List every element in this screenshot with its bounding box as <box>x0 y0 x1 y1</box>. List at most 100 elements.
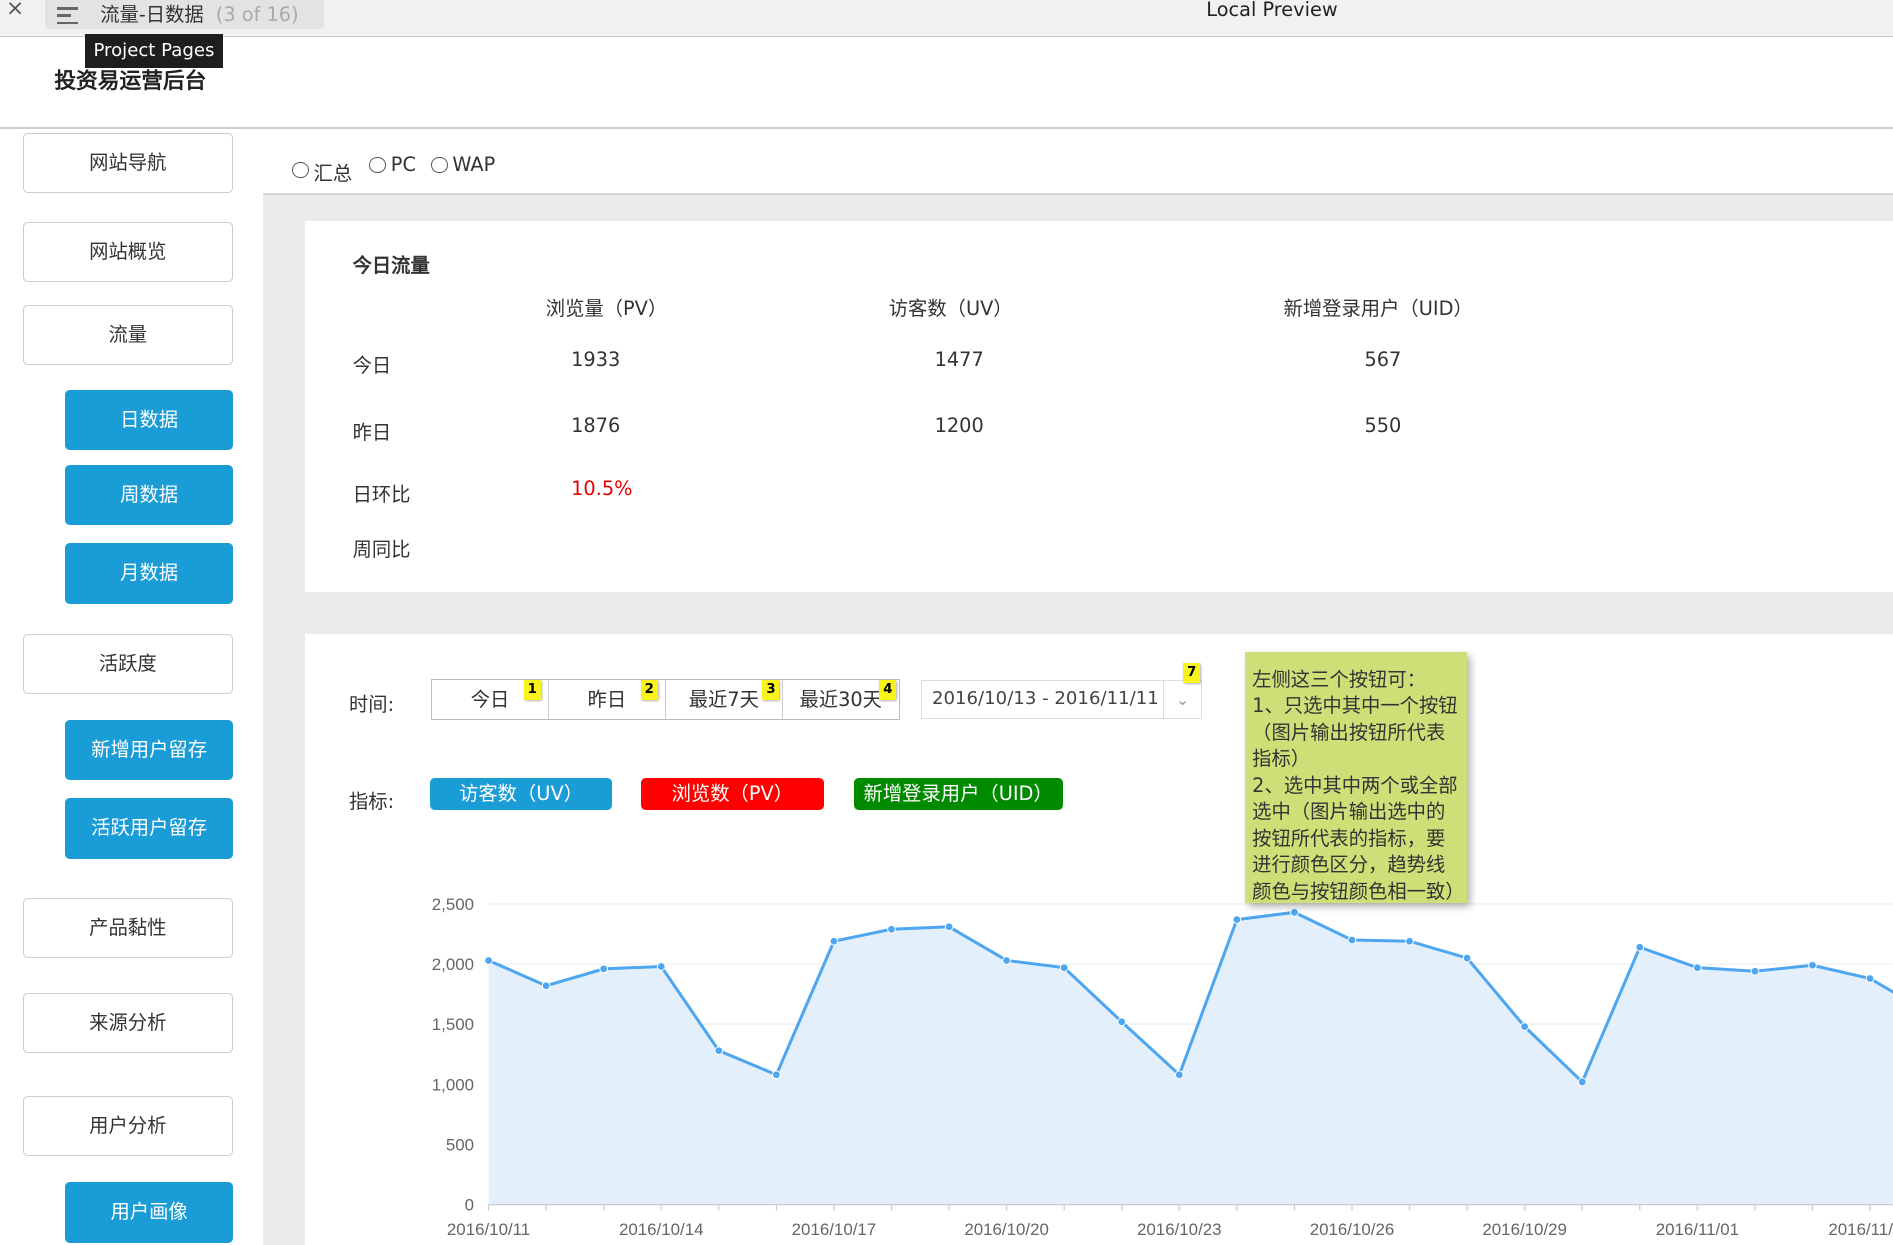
radio-circle-icon[interactable] <box>292 161 309 178</box>
data-point <box>1175 1070 1185 1080</box>
page-count: (3 of 16) <box>215 2 299 26</box>
annotation-note: 左侧这三个按钮可： 1、只选中其中一个按钮（图片输出按钮所代表指标） 2、选中其… <box>1244 652 1468 904</box>
data-point <box>1578 1078 1588 1087</box>
time-button-yesterday[interactable]: 昨日 2 <box>548 679 666 720</box>
y-tick-label: 2,000 <box>432 956 474 975</box>
x-tick-label: 2016/10/29 <box>1483 1220 1568 1239</box>
sidebar-item[interactable]: 来源分析 <box>22 992 233 1053</box>
data-point <box>1808 961 1818 971</box>
row-label: 今日 <box>352 354 392 378</box>
sidebar-item[interactable]: 网站概览 <box>22 222 233 283</box>
data-point <box>1866 974 1875 984</box>
annotation-badge: 3 <box>762 679 780 701</box>
radio-wap[interactable]: WAP <box>431 153 495 176</box>
sidebar-item[interactable]: 活跃度 <box>22 633 233 694</box>
data-point <box>484 956 494 966</box>
y-tick-label: 0 <box>465 1196 474 1215</box>
radio-label: WAP <box>452 153 496 177</box>
data-point <box>772 1070 782 1080</box>
data-point <box>1463 954 1472 963</box>
trend-chart: 0 500 1,000 1,500 2,000 2,500 2016/10/11 2016/1… <box>432 895 1893 1239</box>
metric-label: 指标: <box>348 790 395 814</box>
metric-button-uid[interactable]: 新增登录用户（UID） <box>853 777 1063 811</box>
cell-value: 550 <box>1364 414 1402 438</box>
data-point <box>945 922 954 932</box>
data-point <box>657 962 667 972</box>
date-range-value: 2016/10/13 - 2016/11/11 <box>931 688 1159 710</box>
data-point <box>1405 937 1415 947</box>
preview-title: Local Preview <box>1206 0 1338 21</box>
column-header-uid: 新增登录用户（UID） <box>1283 297 1473 321</box>
x-tick-label: 2016/10/23 <box>1137 1220 1222 1239</box>
day-over-day-value: 10.5% <box>571 476 633 500</box>
menu-icon[interactable] <box>56 2 79 29</box>
cell-value: 1477 <box>934 347 984 371</box>
button-label: 最近7天 <box>688 687 759 711</box>
preview-toolbar: × 流量-日数据 (3 of 16) Local Preview <box>0 0 1893 38</box>
data-point <box>1232 915 1242 925</box>
card-title: 今日流量 <box>352 253 430 277</box>
sidebar-item[interactable]: 日数据 <box>65 390 234 451</box>
data-point <box>1290 908 1300 918</box>
y-tick-label: 1,500 <box>432 1016 474 1035</box>
time-button-30days[interactable]: 最近30天 4 <box>782 679 899 720</box>
sidebar-item[interactable]: 流量 <box>22 305 233 366</box>
cell-value: 567 <box>1364 347 1402 371</box>
close-icon[interactable]: × <box>6 0 24 21</box>
button-label: 昨日 <box>587 687 627 711</box>
sidebar-item[interactable]: 新增用户留存 <box>65 719 234 781</box>
x-tick-label: 2016/11/04 <box>1829 1220 1893 1239</box>
radio-all[interactable]: 汇总 <box>292 153 352 186</box>
sidebar-item[interactable]: 活跃用户留存 <box>65 798 234 859</box>
cell-value: 1200 <box>934 414 984 438</box>
sidebar-item[interactable]: 周数据 <box>65 464 234 526</box>
x-tick-label: 2016/10/17 <box>792 1220 877 1239</box>
metric-button-pv[interactable]: 浏览数（PV） <box>641 777 824 811</box>
data-point <box>1751 967 1760 977</box>
data-point <box>830 937 839 947</box>
annotation-badge: 2 <box>640 679 658 701</box>
column-header-uv: 访客数（UV） <box>888 297 1013 321</box>
radio-label: 汇总 <box>313 162 353 186</box>
row-label: 昨日 <box>352 420 392 444</box>
x-tick-label: 2016/10/26 <box>1310 1220 1395 1239</box>
data-point <box>1693 963 1703 973</box>
page-selector[interactable]: 流量-日数据 (3 of 16) <box>44 0 324 29</box>
y-tick-label: 2,500 <box>432 895 474 914</box>
tooltip: Project Pages <box>84 33 224 68</box>
annotation-badge: 4 <box>879 679 897 701</box>
y-tick-label: 500 <box>446 1136 474 1155</box>
brand-title: 投资易运营后台 <box>54 68 207 94</box>
page-name: 流量-日数据 <box>100 2 204 26</box>
sidebar-item[interactable]: 用户画像 <box>65 1182 234 1243</box>
time-button-today[interactable]: 今日 1 <box>432 679 549 720</box>
data-point <box>887 925 897 935</box>
data-point <box>1060 963 1069 973</box>
date-range-picker[interactable]: 2016/10/13 - 2016/11/11 ⌄ <box>921 679 1203 720</box>
radio-pc[interactable]: PC <box>369 153 416 177</box>
chevron-down-icon[interactable]: ⌄ <box>1162 680 1201 719</box>
metric-button-uv[interactable]: 访客数（UV） <box>429 777 613 811</box>
radio-label: PC <box>390 153 416 177</box>
sidebar-item[interactable]: 用户分析 <box>22 1096 233 1157</box>
radio-circle-icon[interactable] <box>431 156 448 174</box>
data-point <box>1348 936 1357 945</box>
radio-circle-icon[interactable] <box>369 156 386 174</box>
sidebar-item[interactable]: 产品黏性 <box>22 898 233 959</box>
data-point <box>1635 943 1645 953</box>
x-tick-label: 2016/11/01 <box>1656 1220 1739 1239</box>
sidebar-item[interactable]: 网站导航 <box>22 132 233 193</box>
y-tick-label: 1,000 <box>432 1076 474 1095</box>
data-point <box>1002 956 1012 966</box>
sidebar-item[interactable]: 月数据 <box>65 543 234 604</box>
sidebar: 网站导航网站概览流量日数据周数据月数据活跃度新增用户留存 活跃用户留存产品黏性来源… <box>0 129 264 1245</box>
cell-value: 1876 <box>571 414 621 438</box>
today-traffic-card: 今日流量 浏览量（PV） 访客数（UV） 新增登录用户（UID） 今日 1933… <box>305 220 1893 592</box>
app-header: 投资易运营后台 <box>0 37 1893 129</box>
x-tick-label: 2016/10/11 <box>447 1220 530 1239</box>
data-point <box>1117 1017 1127 1027</box>
x-tick-label: 2016/10/14 <box>619 1220 704 1239</box>
button-label: 今日 <box>470 687 510 711</box>
time-label: 时间: <box>348 693 395 717</box>
time-button-7days[interactable]: 最近7天 3 <box>665 679 783 720</box>
